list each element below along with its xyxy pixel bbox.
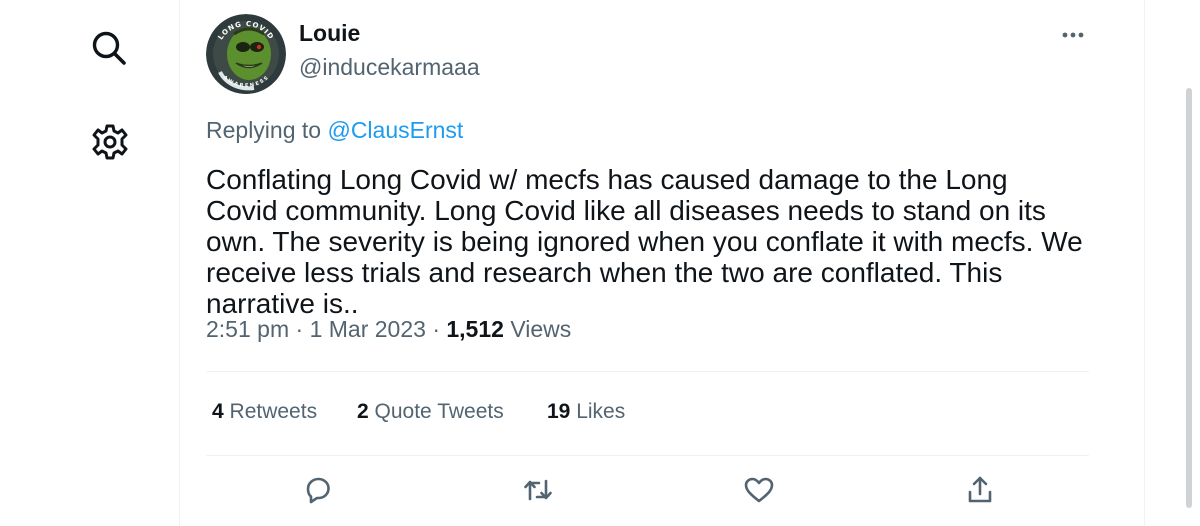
- search-icon[interactable]: [90, 29, 128, 67]
- replying-to-line: Replying to @ClausErnst: [206, 117, 463, 144]
- replying-to-mention-link[interactable]: @ClausErnst: [327, 117, 463, 143]
- quote-tweets-count: 2: [357, 400, 369, 423]
- author-display-name[interactable]: Louie: [299, 20, 360, 47]
- retweets-label: Retweets: [229, 400, 318, 423]
- share-icon[interactable]: [964, 474, 996, 506]
- divider: [206, 371, 1089, 372]
- left-nav-rail: [0, 0, 180, 526]
- quote-tweets-label: Quote Tweets: [374, 400, 504, 423]
- tweet-metadata: 2:51 pm · 1 Mar 2023 · 1,512 Views: [206, 316, 571, 343]
- meta-separator: ·: [295, 316, 304, 342]
- tweet-date[interactable]: 1 Mar 2023: [310, 316, 426, 342]
- tweet-text: Conflating Long Covid w/ mecfs has cause…: [206, 164, 1083, 319]
- avatar[interactable]: LONG COVID AWARENESS: [206, 14, 286, 94]
- replying-to-prefix: Replying to: [206, 117, 322, 143]
- left-column-divider: [179, 0, 180, 526]
- divider: [206, 455, 1089, 456]
- views-count: 1,512: [446, 316, 504, 342]
- quote-tweets-stat-link[interactable]: 2 Quote Tweets: [357, 400, 504, 424]
- retweets-count: 4: [212, 400, 224, 423]
- tweet-time[interactable]: 2:51 pm: [206, 316, 289, 342]
- like-icon[interactable]: [743, 474, 775, 506]
- views-label: Views: [510, 316, 572, 342]
- meta-separator: ·: [432, 316, 440, 342]
- more-options-icon[interactable]: [1060, 22, 1086, 53]
- scrollbar[interactable]: [1186, 88, 1192, 508]
- likes-count: 19: [547, 400, 571, 423]
- settings-gear-icon[interactable]: [91, 123, 129, 161]
- likes-stat-link[interactable]: 19 Likes: [547, 400, 625, 424]
- author-handle[interactable]: @inducekarmaaa: [299, 54, 480, 81]
- retweet-icon[interactable]: [522, 474, 554, 506]
- retweets-stat-link[interactable]: 4 Retweets: [212, 400, 317, 424]
- right-column-divider: [1144, 0, 1145, 526]
- reply-icon[interactable]: [302, 474, 334, 506]
- tweet-detail: LONG COVID AWARENESS Louie @inducekarmaa…: [206, 0, 1090, 526]
- likes-label: Likes: [576, 400, 626, 423]
